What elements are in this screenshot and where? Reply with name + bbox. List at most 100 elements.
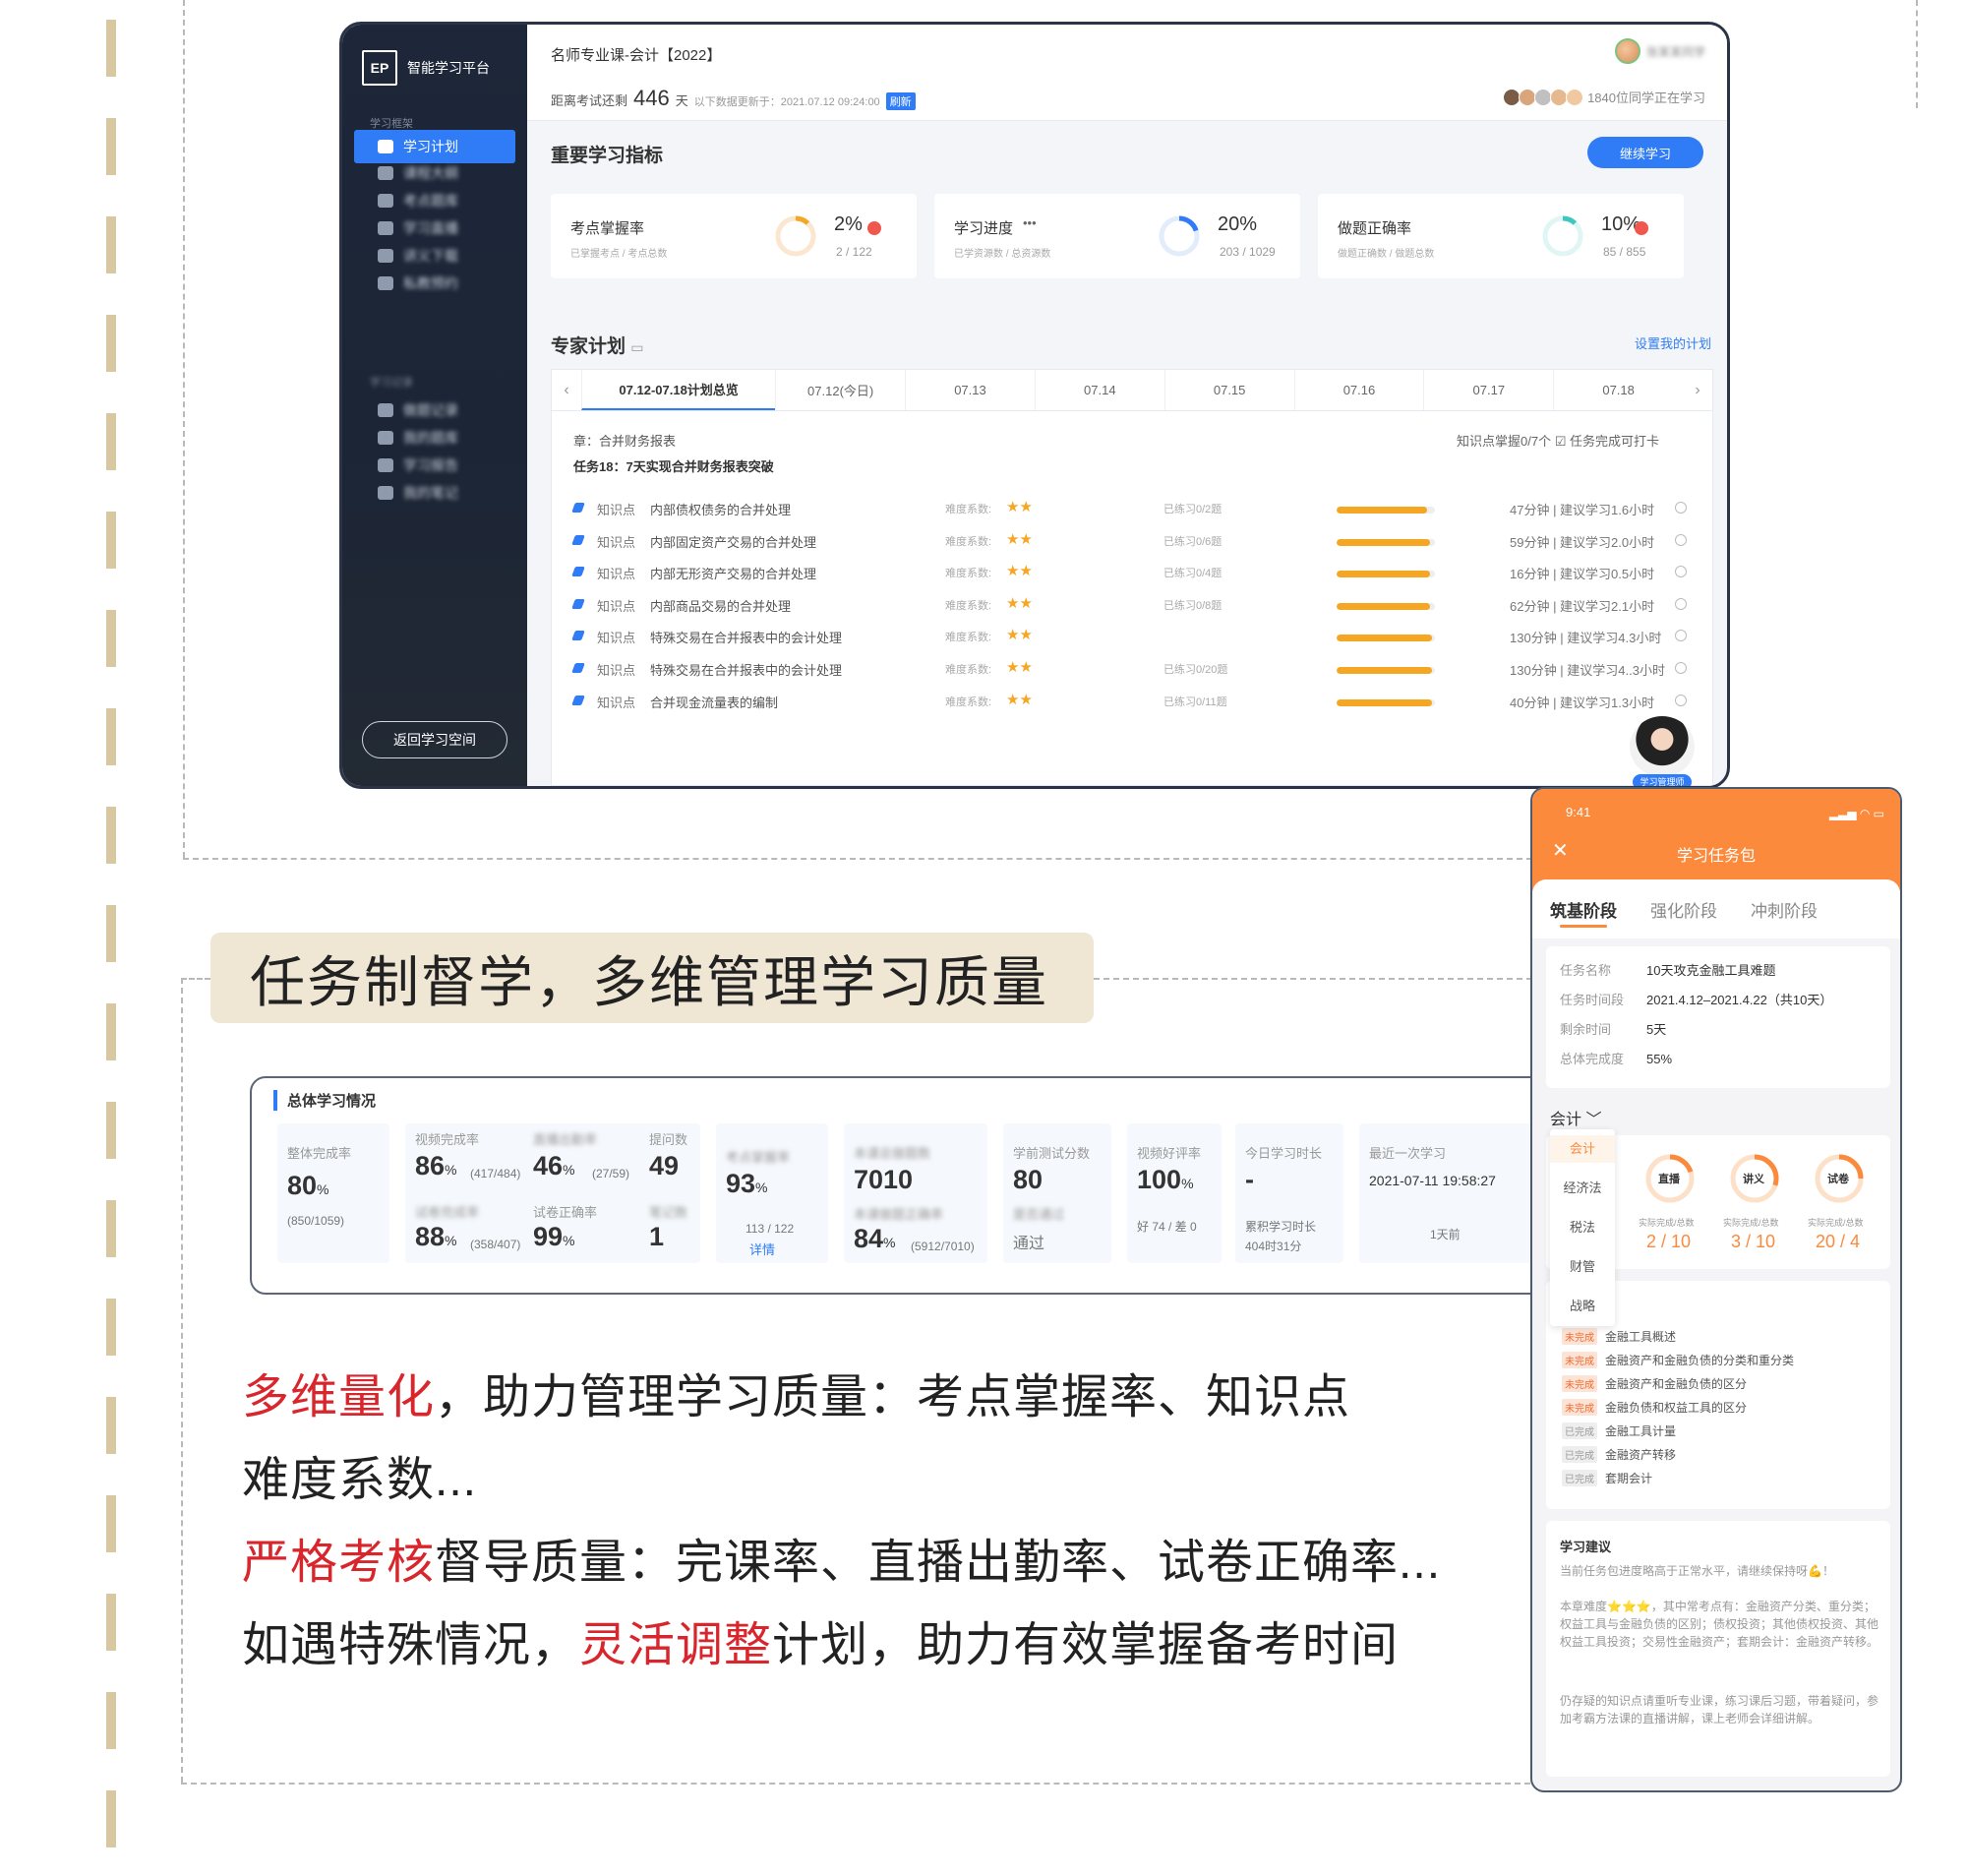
stat-test-score: 学前测试分数 80 是否通过 通过 — [1003, 1123, 1111, 1263]
ring-sub: 实际完成/总数 — [1723, 1218, 1779, 1228]
stat-sub: 404时31分 — [1245, 1240, 1302, 1253]
tab-foundation[interactable]: 筑基阶段 — [1550, 897, 1617, 928]
user-menu[interactable]: 张某某同学 — [1614, 38, 1705, 64]
date-tab-1[interactable]: 07.12(今日) — [775, 370, 905, 410]
sidebar-item-label: 学习报告 — [403, 457, 458, 473]
stat-label: 试卷完成率 — [415, 1205, 480, 1220]
metric-sub: 已学资源数 / 总资源数 — [954, 249, 1051, 260]
stat-label: 是否通过 — [1013, 1207, 1065, 1222]
knowledge-row[interactable]: 知识点 内部债权债务的合并处理 难度系数: ★★ 已练习0/2题 47分钟 | 建议学习1… — [571, 498, 1691, 521]
stat-sub: 好 74 / 差 0 — [1137, 1220, 1197, 1234]
set-plan-link[interactable]: 设置我的计划 — [1635, 333, 1711, 352]
slogan-banner: 任务制督学，多维管理学习质量 — [210, 933, 1094, 1023]
study-time: 130分钟 | 建议学习4.3小时 — [1510, 631, 1662, 646]
sidebar-item-label: 考点题库 — [403, 193, 458, 209]
pencil-icon — [571, 598, 585, 609]
refresh-button[interactable]: 刷新 — [885, 92, 916, 110]
sidebar-record-item-3[interactable]: 我的笔记 — [354, 476, 515, 510]
frame-dash-top-right — [1916, 0, 1918, 108]
chapter-row[interactable]: 未完成 金融负债和权益工具的区分 — [1562, 1399, 1747, 1416]
frame-dash-top-bottom — [183, 858, 1532, 860]
chapter-row[interactable]: 已完成 金融工具计量 — [1562, 1422, 1676, 1439]
sidebar-item-5[interactable]: 私教预约 — [354, 267, 515, 300]
knowledge-row[interactable]: 知识点 合并现金流量表的编制 难度系数: ★★ 已练习0/11题 40分钟 | 建议学习1… — [571, 691, 1691, 714]
metric-card-2: 做题正确率 做题正确数 / 做题总数 10% 85 / 855 — [1318, 194, 1684, 278]
metric-percent: 2% — [834, 213, 863, 235]
knowledge-row[interactable]: 知识点 特殊交易在合并报表中的会计处理 难度系数: ★★ 130分钟 | 建议学习4.3… — [571, 626, 1691, 649]
date-tab-6[interactable]: 07.17 — [1423, 370, 1553, 410]
sidebar-item-icon — [378, 249, 393, 263]
exam-countdown: 距离考试还剩 446 天 以下数据更新于：2021.07.12 09:24:00… — [551, 86, 916, 111]
main-content: 名师专业课-会计【2022】 距离考试还剩 446 天 以下数据更新于：2021… — [527, 25, 1727, 786]
date-tab-4[interactable]: 07.15 — [1163, 370, 1294, 410]
date-tab-0[interactable]: 07.12-07.18计划总览 — [581, 370, 776, 410]
sidebar-item-icon — [378, 140, 393, 153]
advice-card: 学习建议 当前任务包进度略高于正常水平，请继续保持呀💪！ 本章难度⭐⭐⭐，其中常… — [1546, 1521, 1890, 1777]
stat-label: 本课总做题数 — [854, 1146, 931, 1161]
check-circle-icon[interactable] — [1675, 630, 1687, 642]
chevron-right-icon[interactable]: › — [1683, 370, 1712, 410]
tab-strengthen[interactable]: 强化阶段 — [1650, 897, 1717, 922]
exam-unit: 天 — [675, 93, 688, 108]
check-circle-icon[interactable] — [1675, 533, 1687, 546]
status-badge: 已完成 — [1562, 1470, 1597, 1486]
practice-count: 已练习0/11题 — [1163, 696, 1227, 708]
knowledge-row[interactable]: 知识点 内部无形资产交易的合并处理 难度系数: ★★ 已练习0/4题 16分钟 | 建议学… — [571, 562, 1691, 585]
subject-option[interactable]: 会计 — [1550, 1135, 1615, 1163]
date-tab-2[interactable]: 07.13 — [905, 370, 1035, 410]
subject-option[interactable]: 战略 — [1550, 1293, 1615, 1320]
status-badge: 未完成 — [1562, 1352, 1597, 1368]
stat-done-count: 本课总做题数 7010 本课做题正确率 84% (5912/7010) — [844, 1123, 987, 1263]
chapter-row[interactable]: 已完成 金融资产转移 — [1562, 1446, 1676, 1463]
subject-option[interactable]: 税法 — [1550, 1214, 1615, 1241]
metric-count: 2 / 122 — [836, 245, 872, 259]
date-tab-3[interactable]: 07.14 — [1034, 370, 1164, 410]
chapter-row[interactable]: 未完成 金融工具概述 — [1562, 1328, 1676, 1345]
back-to-space-button[interactable]: 返回学习空间 — [362, 721, 507, 758]
check-circle-icon[interactable] — [1675, 502, 1687, 514]
ring-track — [775, 215, 816, 257]
info-value: 10天攻克金融工具难题 — [1646, 963, 1776, 978]
stat-last-study: 最近一次学习 2021-07-11 19:58:27 1天前 — [1359, 1123, 1536, 1263]
metric-card-1: 学习进度 ••• 已学资源数 / 总资源数 20% 203 / 1029 — [934, 194, 1300, 278]
sidebar-item-label: 我的题库 — [403, 430, 458, 446]
progress-fill — [1337, 635, 1432, 642]
continue-learning-button[interactable]: 继续学习 — [1587, 137, 1703, 168]
date-tab-7[interactable]: 07.18 — [1553, 370, 1683, 410]
mastery-detail-link[interactable]: 详情 — [749, 1240, 775, 1258]
tab-sprint[interactable]: 冲刺阶段 — [1751, 897, 1818, 922]
date-bar: ‹ 07.12-07.18计划总览 07.12(今日) 07.13 07.14 07.1… — [552, 370, 1712, 411]
knowledge-tag: 知识点 — [597, 567, 636, 582]
subject-option[interactable]: 财管 — [1550, 1253, 1615, 1281]
logo-mark: EP — [362, 50, 397, 86]
subject-selector[interactable]: 会计 ﹀ — [1550, 1106, 1601, 1129]
check-circle-icon[interactable] — [1675, 597, 1687, 610]
check-circle-icon[interactable] — [1675, 566, 1687, 578]
knowledge-row[interactable]: 知识点 特殊交易在合并报表中的会计处理 难度系数: ★★ 已练习0/20题 130分钟 |… — [571, 658, 1691, 682]
check-circle-icon[interactable] — [1675, 694, 1687, 706]
date-tab-5[interactable]: 07.16 — [1293, 370, 1424, 410]
stat-sub: (5912/7010) — [911, 1240, 975, 1253]
chapter-row[interactable]: 未完成 金融资产和金融负债的区分 — [1562, 1375, 1747, 1392]
advice-text-2: 本章难度⭐⭐⭐，其中常考点有：金融资产分类、重分类；权益工具与金融负债的区别；债… — [1560, 1600, 1879, 1649]
chevron-left-icon[interactable]: ‹ — [552, 370, 581, 410]
stat-label: 学前测试分数 — [1013, 1146, 1091, 1161]
difficulty-label: 难度系数: — [945, 632, 992, 644]
logo-text: 智能学习平台 — [407, 60, 490, 76]
app-logo[interactable]: EP 智能学习平台 — [362, 50, 490, 86]
more-icon[interactable]: ••• — [1023, 215, 1037, 230]
subject-option[interactable]: 经济法 — [1550, 1175, 1615, 1202]
chapter-row[interactable]: 已完成 套期会计 — [1562, 1470, 1652, 1486]
knowledge-row[interactable]: 知识点 内部固定资产交易的合并处理 难度系数: ★★ 已练习0/6题 59分钟 | 建议学… — [571, 530, 1691, 554]
plan-card: ‹ 07.12-07.18计划总览 07.12(今日) 07.13 07.14 07.1… — [551, 369, 1713, 786]
info-value: 55% — [1646, 1052, 1673, 1066]
tutor-avatar[interactable]: 学习管理师 — [1627, 713, 1698, 786]
calendar-icon[interactable]: ▭ — [630, 339, 643, 355]
progress-bar — [1337, 538, 1435, 546]
check-circle-icon[interactable] — [1675, 662, 1687, 674]
knowledge-row[interactable]: 知识点 内部商品交易的合并处理 难度系数: ★★ 已练习0/8题 62分钟 | 建议学习2… — [571, 594, 1691, 618]
stat-sub: 113 / 122 — [745, 1222, 795, 1236]
difficulty-stars: ★★ — [1006, 563, 1033, 580]
overall-stats-panel: 总体学习情况 整体完成率 80% (850/1059) 视频完成率 86% (4… — [250, 1076, 1607, 1295]
chapter-row[interactable]: 未完成 金融资产和金融负债的分类和重分类 — [1562, 1352, 1794, 1368]
